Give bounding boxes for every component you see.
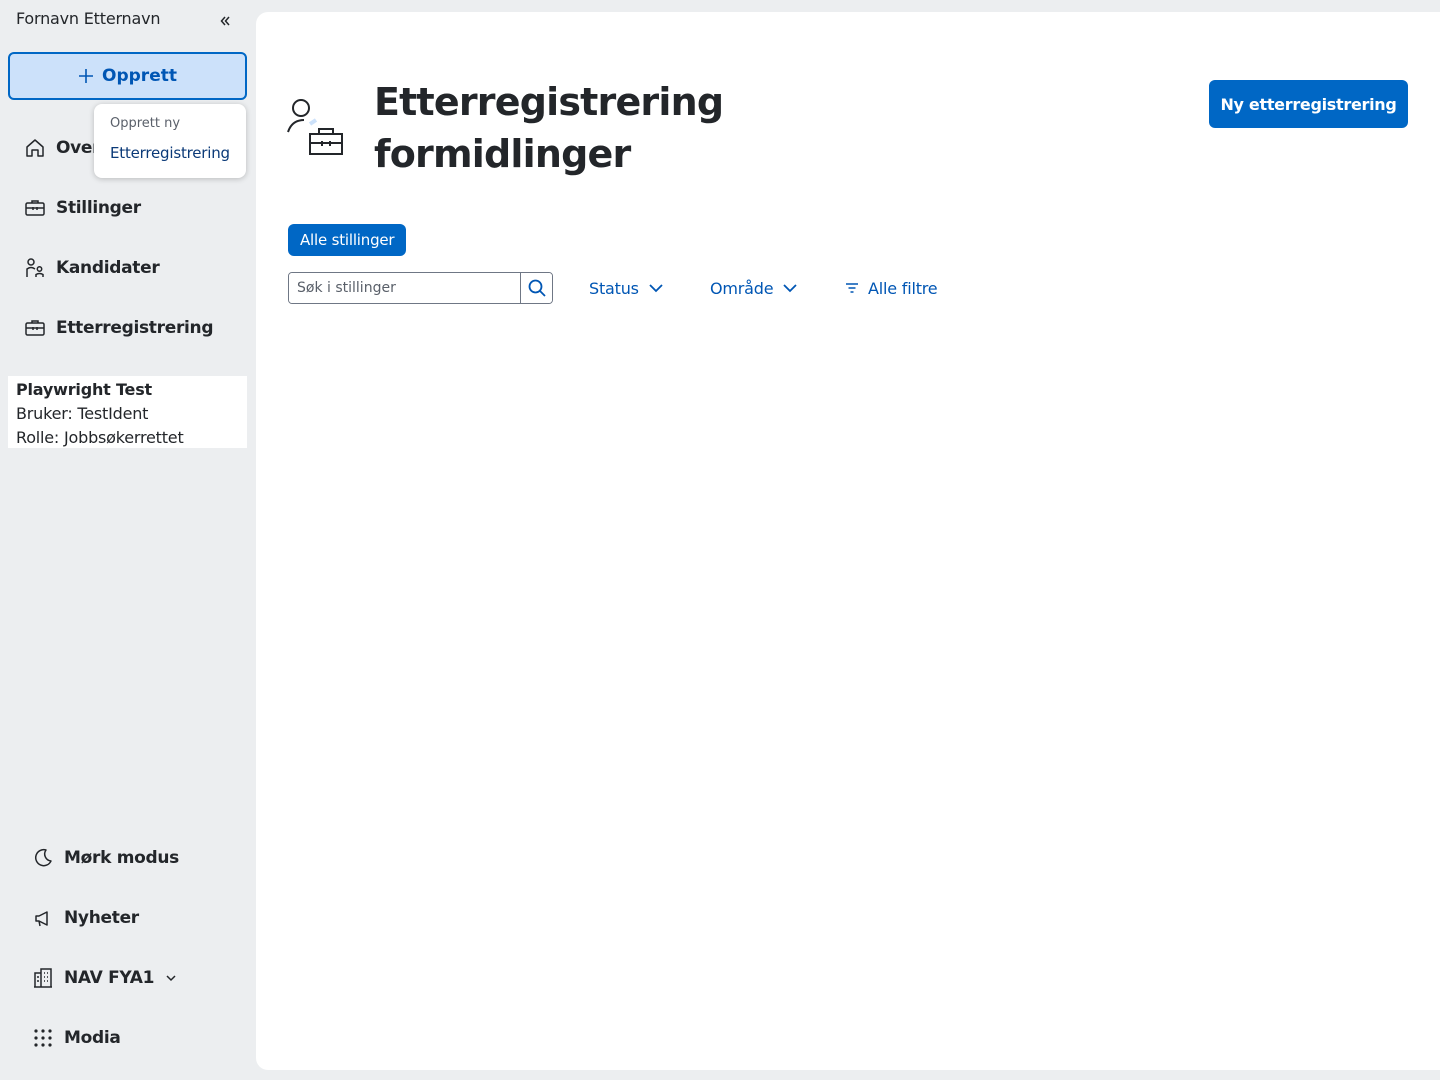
megaphone-icon: [35, 911, 48, 927]
building-icon: [34, 968, 52, 988]
person-briefcase-icon: [287, 99, 343, 155]
chevron-down-icon: [649, 284, 663, 293]
create-button-label: Opprett: [102, 66, 177, 86]
grid-icon: [34, 1029, 52, 1047]
moon-icon: [35, 848, 52, 867]
plus-icon: [79, 69, 94, 83]
search-button[interactable]: [520, 273, 552, 303]
person-group-icon: [26, 258, 44, 277]
modia-label: Modia: [64, 1028, 121, 1048]
office-label: NAV FYA1: [64, 968, 155, 988]
new-post-registration-button[interactable]: Ny etterregistrering: [1209, 80, 1408, 128]
news-button[interactable]: Nyheter: [32, 898, 139, 938]
dark-mode-toggle[interactable]: Mørk modus: [32, 838, 179, 878]
sidebar-item-stillinger[interactable]: Stillinger: [16, 186, 247, 230]
sidebar-item-etterregistrering[interactable]: Etterregistrering: [16, 306, 247, 350]
briefcase-icon: [25, 320, 45, 336]
house-icon: [26, 139, 44, 157]
user-name: Fornavn Etternavn: [16, 9, 161, 28]
popover-item-etterregistrering[interactable]: Etterregistrering: [110, 144, 230, 162]
area-filter[interactable]: Område: [710, 274, 799, 302]
search-field: [288, 272, 553, 304]
sidebar-item-label: Etterregistrering: [56, 318, 214, 338]
user-card-name: Playwright Test: [16, 380, 152, 399]
double-chevron-left-icon: [220, 16, 230, 26]
dark-mode-label: Mørk modus: [64, 848, 179, 868]
filter-icon: [846, 283, 858, 293]
sidebar-item-kandidater[interactable]: Kandidater: [16, 246, 247, 290]
create-button[interactable]: Opprett: [8, 52, 247, 100]
all-filters-label: Alle filtre: [868, 278, 938, 298]
office-selector[interactable]: NAV FYA1: [32, 958, 178, 998]
main-content: Etterregistrering formidlinger Ny etterr…: [256, 12, 1440, 1070]
create-popover: Opprett ny Etterregistrering: [94, 104, 246, 178]
area-filter-label: Område: [710, 278, 774, 298]
news-label: Nyheter: [64, 908, 139, 928]
page-title: Etterregistrering formidlinger: [374, 80, 724, 176]
sidebar: Fornavn Etternavn Opprett Oversikt Still…: [0, 0, 256, 1080]
briefcase-icon: [25, 200, 45, 216]
user-card-user: Bruker: TestIdent: [16, 404, 149, 423]
status-filter-label: Status: [589, 278, 639, 298]
chevron-down-icon: [166, 975, 176, 982]
user-card-role: Rolle: Jobbsøkerrettet: [16, 428, 184, 447]
collapse-sidebar-button[interactable]: [216, 12, 234, 30]
popover-heading: Opprett ny: [110, 116, 181, 131]
user-card: Playwright Test Bruker: TestIdent Rolle:…: [8, 376, 247, 448]
status-filter[interactable]: Status: [589, 274, 665, 302]
modia-button[interactable]: Modia: [32, 1018, 121, 1058]
search-icon: [528, 279, 546, 297]
all-filters-button[interactable]: Alle filtre: [844, 274, 938, 302]
search-input[interactable]: [289, 273, 520, 303]
sidebar-item-label: Stillinger: [56, 198, 141, 218]
chevron-down-icon: [783, 284, 798, 293]
all-jobs-chip[interactable]: Alle stillinger: [288, 224, 407, 256]
sidebar-item-label: Kandidater: [56, 258, 160, 278]
